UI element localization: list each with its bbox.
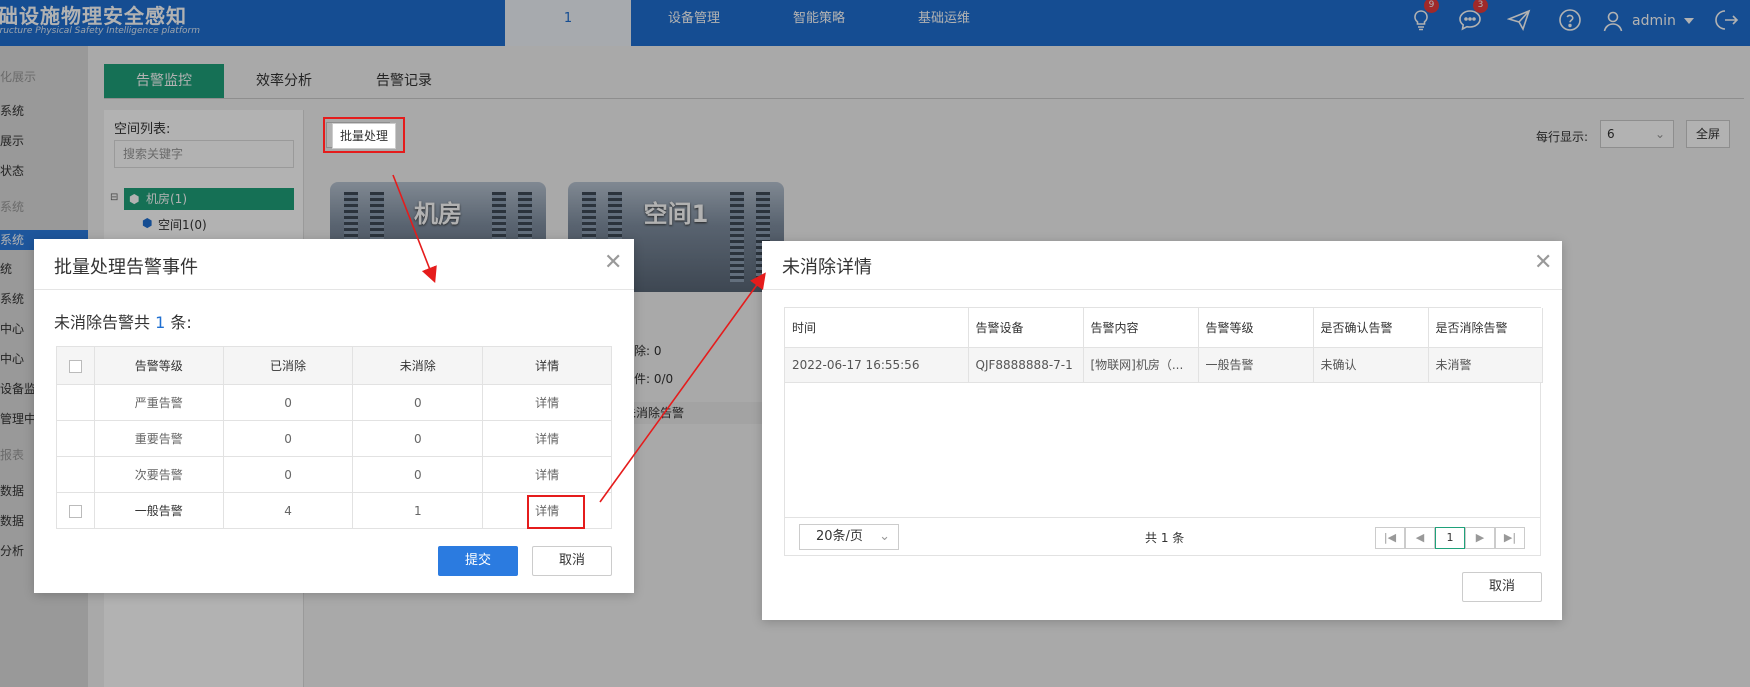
arrow-line [392,174,437,283]
arrow-line [599,272,766,503]
annotation-arrows [392,174,766,503]
